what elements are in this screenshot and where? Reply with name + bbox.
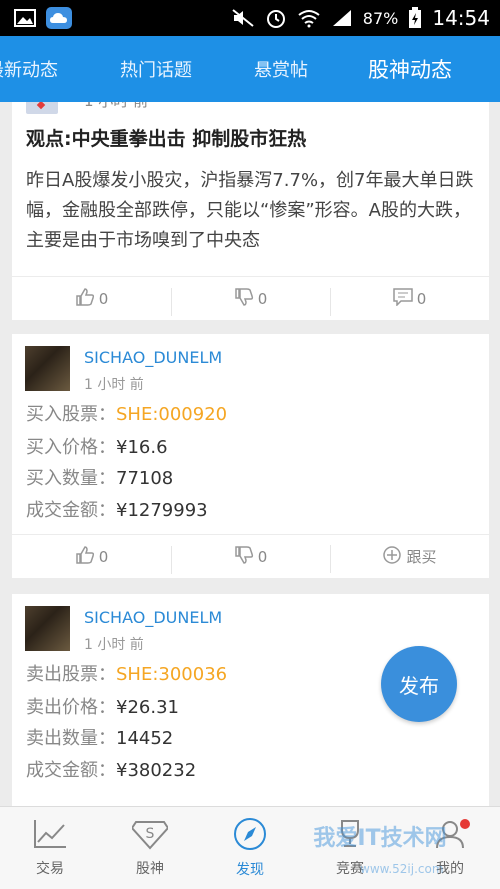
dislike-count: 0	[257, 289, 268, 308]
trade-time: 1 小时 前	[84, 637, 144, 653]
nav-me[interactable]: 我的	[400, 807, 500, 889]
stock-label: 买入股票：	[26, 404, 116, 425]
price-value: ¥16.6	[116, 437, 168, 458]
quantity-label: 卖出数量：	[26, 728, 116, 749]
follow-buy-label: 跟买	[406, 548, 437, 566]
price-label: 买入价格：	[26, 437, 116, 458]
dislike-count: 0	[257, 547, 268, 566]
post-actions: 0 0 0	[12, 276, 489, 320]
like-count: 0	[98, 547, 109, 566]
nav-stock-gods-label: 股神	[136, 861, 164, 877]
comment-button[interactable]: 0	[330, 287, 489, 316]
nav-stock-gods[interactable]: S 股神	[100, 807, 200, 889]
quantity-row: 卖出数量：14452	[26, 724, 173, 750]
post-card[interactable]: 1 小时 前 观点:中央重拳出击 抑制股市狂热 昨日A股爆发小股灾，沪指暴泻7.…	[12, 102, 489, 320]
gallery-icon	[14, 9, 36, 27]
stock-link[interactable]: SHE:000920	[116, 404, 227, 425]
trade-card[interactable]: SICHAO_DUNELM 1 小时 前 买入股票：SHE:000920 买入价…	[12, 334, 489, 578]
amount-row: 成交金额：¥1279993	[26, 496, 208, 522]
publish-button[interactable]: 发布	[381, 646, 457, 722]
nav-discover-label: 发现	[236, 862, 264, 878]
tab-hot-topics[interactable]: 热门话题	[120, 36, 192, 102]
post-avatar[interactable]	[26, 102, 58, 114]
quantity-value: 77108	[116, 468, 174, 489]
like-button[interactable]: 0	[12, 545, 171, 568]
nav-trade-label: 交易	[36, 861, 64, 877]
notification-dot	[460, 819, 470, 829]
plus-circle-icon	[382, 545, 402, 569]
svg-text:S: S	[146, 826, 155, 842]
price-row: 卖出价格：¥26.31	[26, 693, 179, 719]
price-value: ¥26.31	[116, 697, 179, 718]
amount-value: ¥1279993	[116, 500, 208, 521]
status-bar: 87% 14:54	[0, 0, 500, 36]
dislike-button[interactable]: 0	[171, 287, 330, 316]
battery-icon	[408, 7, 422, 29]
tab-bar: 最新动态 热门话题 悬赏帖 股神动态	[0, 36, 500, 102]
alarm-icon	[265, 7, 287, 29]
post-title[interactable]: 观点:中央重拳出击 抑制股市狂热	[26, 124, 306, 151]
like-button[interactable]: 0	[12, 287, 171, 310]
comment-count: 0	[416, 289, 427, 308]
tab-stock-gods[interactable]: 股神动态	[368, 36, 452, 102]
user-name[interactable]: SICHAO_DUNELM	[84, 608, 222, 627]
avatar[interactable]	[25, 346, 70, 391]
stock-label: 卖出股票：	[26, 664, 116, 685]
nav-discover[interactable]: 发现	[200, 807, 300, 889]
trade-actions: 0 0 跟买	[12, 534, 489, 578]
quantity-label: 买入数量：	[26, 468, 116, 489]
thumbs-down-icon	[234, 545, 254, 568]
nav-contest[interactable]: 竞赛	[300, 807, 400, 889]
comment-icon	[392, 287, 413, 310]
trophy-icon	[332, 818, 368, 854]
compass-icon	[232, 817, 268, 855]
quantity-row: 买入数量：77108	[26, 464, 173, 490]
thumbs-down-icon	[234, 287, 254, 310]
quantity-value: 14452	[116, 728, 174, 749]
watermark-url: www.52ij.com	[360, 862, 444, 876]
avatar[interactable]	[25, 606, 70, 651]
user-name[interactable]: SICHAO_DUNELM	[84, 348, 222, 367]
post-body[interactable]: 昨日A股爆发小股灾，沪指暴泻7.7%，创7年最大单日跌幅，金融股全部跌停，只能以…	[26, 166, 481, 256]
price-row: 买入价格：¥16.6	[26, 433, 168, 459]
tab-bounty[interactable]: 悬赏帖	[254, 36, 308, 102]
post-time: 1 小时 前	[84, 102, 148, 111]
amount-value: ¥380232	[116, 760, 197, 781]
bottom-nav: 交易 S 股神 发现 竞赛 我的	[0, 806, 500, 889]
thumbs-up-icon	[75, 545, 95, 568]
dislike-button[interactable]: 0	[171, 545, 330, 574]
mute-icon	[231, 8, 255, 28]
superman-s-icon: S	[130, 818, 170, 854]
like-count: 0	[98, 289, 109, 308]
wifi-icon	[297, 8, 321, 28]
thumbs-up-icon	[75, 287, 95, 310]
weather-cloud-icon	[46, 7, 72, 29]
nav-trade[interactable]: 交易	[0, 807, 100, 889]
stock-row: 买入股票：SHE:000920	[26, 400, 227, 426]
stock-link[interactable]: SHE:300036	[116, 664, 227, 685]
amount-label: 成交金额：	[26, 760, 116, 781]
amount-label: 成交金额：	[26, 500, 116, 521]
chart-line-icon	[32, 818, 68, 854]
follow-buy-button[interactable]: 跟买	[330, 544, 489, 573]
signal-icon	[331, 8, 353, 28]
clock: 14:54	[432, 6, 490, 30]
amount-row: 成交金额：¥380232	[26, 756, 196, 782]
tab-latest[interactable]: 最新动态	[0, 36, 58, 102]
trade-time: 1 小时 前	[84, 377, 144, 393]
price-label: 卖出价格：	[26, 697, 116, 718]
battery-percent: 87%	[362, 8, 399, 28]
stock-row: 卖出股票：SHE:300036	[26, 660, 227, 686]
